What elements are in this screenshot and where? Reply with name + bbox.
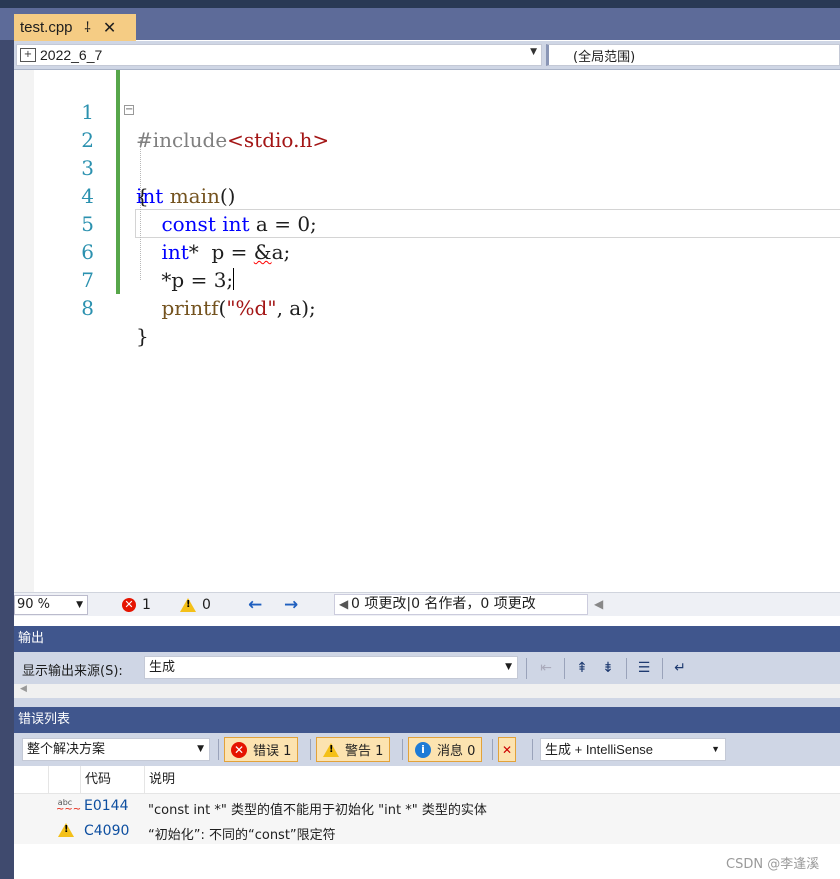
toolbar-separator [626, 658, 627, 679]
project-name: 2022_6_7 [40, 47, 103, 63]
output-source-select[interactable]: 生成 ▼ [144, 656, 518, 679]
output-source-value: 生成 [149, 660, 176, 675]
output-content[interactable]: ◀ [14, 684, 840, 698]
error-row[interactable]: C4090 “初始化”: 不同的“const”限定符 [14, 819, 840, 844]
collapse-icon[interactable]: − [124, 105, 134, 115]
line-number: 8 [81, 296, 94, 320]
code-text: } [136, 324, 149, 348]
code-line-2[interactable]: 2 − int main() [14, 98, 840, 209]
warnings-filter-label: 警告 1 [345, 744, 384, 759]
error-count: 1 [142, 597, 151, 613]
warning-count: 0 [202, 597, 211, 613]
code-text: printf("%d", a); [161, 296, 316, 320]
left-tool-strip [0, 40, 14, 879]
scope-label: (全局范围) [573, 49, 636, 65]
forward-arrow-icon[interactable]: → [284, 595, 298, 615]
output-panel-title[interactable]: 输出 [14, 626, 840, 652]
warnings-filter-button[interactable]: 警告 1 [316, 737, 391, 762]
intellisense-error-icon: abc ~~~ [56, 798, 82, 815]
error-list-header: 代码 说明 [14, 766, 840, 794]
toolbar-separator [532, 739, 533, 760]
back-arrow-icon[interactable]: ← [248, 595, 262, 615]
output-source-label: 显示输出来源(S): [22, 664, 123, 679]
watermark: CSDN @李逢溪 [726, 857, 820, 872]
toolbar-separator [564, 658, 565, 679]
code-line-1[interactable]: 1 #include<stdio.h> [14, 70, 840, 152]
navigation-bar: + 2022_6_7 ▼ (全局范围) [14, 41, 840, 70]
output-toolbar: 显示输出来源(S): 生成 ▼ ⇤ ⇞ ⇟ ☰ ↵ [14, 652, 840, 684]
code-line-3[interactable]: 3 { [14, 126, 840, 208]
column-header-code[interactable]: 代码 [80, 766, 144, 794]
error-icon: ✕ [122, 598, 136, 612]
warning-icon [58, 823, 74, 837]
next-message-icon[interactable]: ⇟ [598, 658, 618, 678]
clear-all-icon[interactable]: ☰ [634, 658, 654, 678]
scroll-left-icon[interactable]: ◀ [594, 597, 603, 611]
error-description: “初始化”: 不同的“const”限定符 [148, 828, 336, 843]
code-line-8[interactable]: 8 } [14, 266, 840, 348]
panel-splitter[interactable] [14, 698, 840, 707]
toolbar-separator [662, 658, 663, 679]
chevron-down-icon: ▼ [711, 744, 720, 754]
error-list-toolbar: 整个解决方案 ▼ ✕ 错误 1 警告 1 i 消息 0 ✕ 生成 + Intel… [14, 733, 840, 766]
changes-text: 0 项更改|0 名作者，0 项更改 [351, 596, 536, 612]
project-dropdown[interactable]: + 2022_6_7 ▼ [16, 44, 542, 66]
close-icon[interactable]: ✕ [103, 18, 117, 37]
git-changes-indicator[interactable]: ◀ 0 项更改|0 名作者，0 项更改 [334, 594, 588, 615]
error-list-title[interactable]: 错误列表 [14, 707, 840, 733]
warning-icon [323, 742, 339, 757]
solution-scope-value: 整个解决方案 [27, 742, 106, 757]
code-line-6[interactable]: 6 *p = 3; [14, 210, 840, 292]
toolbar-separator [402, 739, 403, 760]
toolbar-separator [310, 739, 311, 760]
editor-status-bar: 90 % ▼ ✕ 1 0 ← → ◀ 0 项更改|0 名作者，0 项更改 ◀ [14, 592, 840, 616]
chevron-down-icon: ▼ [530, 47, 537, 57]
pin-icon[interactable]: ⸸ [81, 18, 95, 37]
error-code-link[interactable]: C4090 [84, 823, 129, 839]
scroll-left-icon[interactable]: ◀ [20, 684, 27, 694]
scope-dropdown[interactable]: (全局范围) [546, 44, 840, 66]
code-line-5[interactable]: 5 int* p = &a; [14, 182, 840, 264]
error-description: "const int *" 类型的值不能用于初始化 "int *" 类型的实体 [148, 803, 487, 818]
toolbar-separator [492, 739, 493, 760]
chevron-left-icon: ◀ [339, 597, 349, 611]
find-message-icon[interactable]: ⇤ [536, 658, 556, 678]
code-line-4[interactable]: 4 const int a = 0; [14, 154, 840, 236]
filter-icon: ✕ [502, 742, 513, 757]
column-header-type[interactable] [48, 766, 80, 794]
error-code-link[interactable]: E0144 [84, 798, 128, 814]
chevron-down-icon: ▼ [505, 662, 512, 672]
tab-filename: test.cpp [20, 19, 73, 36]
code-editor[interactable]: 1 #include<stdio.h> 2 − int main() 3 { 4… [14, 70, 840, 592]
word-wrap-icon[interactable]: ↵ [670, 658, 690, 678]
solution-scope-select[interactable]: 整个解决方案 ▼ [22, 738, 210, 761]
chevron-down-icon: ▼ [197, 744, 204, 754]
errors-filter-button[interactable]: ✕ 错误 1 [224, 737, 299, 762]
errors-filter-label: 错误 1 [253, 744, 292, 759]
chevron-down-icon: ▼ [76, 600, 83, 610]
warning-icon [180, 598, 196, 612]
build-filter-value: 生成 + IntelliSense [545, 742, 654, 757]
error-indicator[interactable]: ✕ 1 [122, 596, 151, 614]
info-icon: i [415, 741, 431, 758]
zoom-dropdown[interactable]: 90 % ▼ [14, 595, 88, 615]
error-row[interactable]: abc ~~~ E0144 "const int *" 类型的值不能用于初始化 "… [14, 794, 840, 819]
tab-test-cpp[interactable]: test.cpp ⸸ ✕ [14, 14, 136, 41]
window-top-border [0, 0, 840, 8]
project-icon: + [20, 48, 36, 62]
code-line-7[interactable]: 7 printf("%d", a); [14, 238, 840, 320]
error-icon: ✕ [231, 741, 247, 758]
warning-indicator[interactable]: 0 [180, 596, 211, 614]
filter-toggle-button[interactable]: ✕ [498, 737, 517, 762]
column-header-description[interactable]: 说明 [144, 766, 840, 794]
zoom-level: 90 % [17, 597, 51, 612]
messages-filter-button[interactable]: i 消息 0 [408, 737, 483, 762]
toolbar-separator [526, 658, 527, 679]
build-intellisense-select[interactable]: 生成 + IntelliSense ▼ [540, 738, 726, 761]
toolbar-separator [218, 739, 219, 760]
column-header-icon[interactable] [14, 766, 48, 794]
previous-message-icon[interactable]: ⇞ [572, 658, 592, 678]
messages-filter-label: 消息 0 [437, 744, 476, 759]
